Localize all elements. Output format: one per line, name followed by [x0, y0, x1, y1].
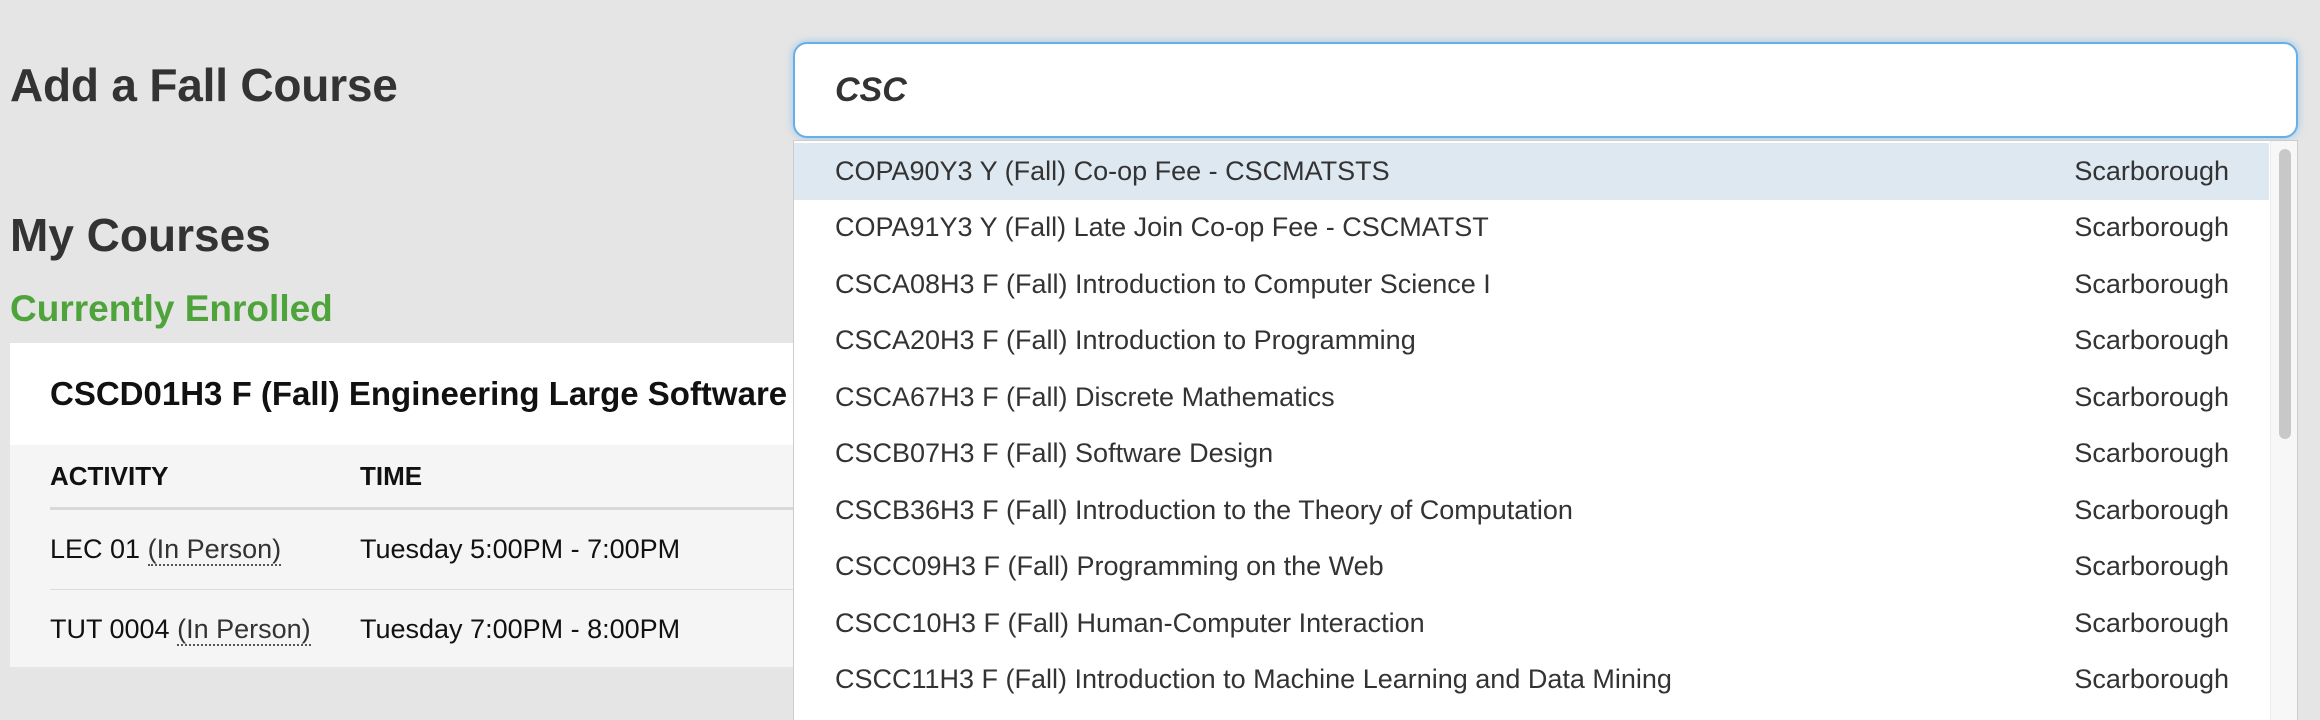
search-result-item[interactable]: CSCB36H3 F (Fall) Introduction to the Th… [794, 482, 2269, 539]
result-campus: Scarborough [2074, 494, 2229, 525]
result-course-label: CSCB07H3 F (Fall) Software Design [835, 438, 1274, 469]
result-course-label: CSCC10H3 F (Fall) Human-Computer Interac… [835, 607, 1425, 638]
search-result-item[interactable]: CSCA08H3 F (Fall) Introduction to Comput… [794, 256, 2269, 313]
course-activity-table: ACTIVITY TIME LEC 01 (In Person) Tuesday… [10, 445, 850, 667]
result-campus: Scarborough [2074, 381, 2229, 412]
result-campus: Scarborough [2074, 438, 2229, 469]
result-course-label: COPA90Y3 Y (Fall) Co-op Fee - CSCMATSTS [835, 155, 1390, 186]
course-search-input[interactable] [795, 44, 2296, 136]
result-campus: Scarborough [2074, 268, 2229, 299]
result-campus: Scarborough [2074, 155, 2229, 186]
table-row: LEC 01 (In Person) Tuesday 5:00PM - 7:00… [50, 510, 850, 590]
my-courses-heading: My Courses [10, 209, 271, 261]
result-course-label: CSCA20H3 F (Fall) Introduction to Progra… [835, 325, 1416, 356]
table-row: TUT 0004 (In Person) Tuesday 7:00PM - 8:… [50, 590, 850, 667]
course-title: CSCD01H3 F (Fall) Engineering Large Soft… [50, 375, 788, 412]
column-header-activity: ACTIVITY [50, 460, 169, 491]
delivery-mode-tooltip[interactable]: (In Person) [177, 614, 311, 646]
course-search-box [793, 42, 2298, 138]
search-result-item[interactable]: CSCC10H3 F (Fall) Human-Computer Interac… [794, 595, 2269, 652]
search-results-list: COPA90Y3 Y (Fall) Co-op Fee - CSCMATSTS … [794, 143, 2269, 708]
course-card: CSCD01H3 F (Fall) Engineering Large Soft… [10, 343, 850, 667]
activity-cell: TUT 0004 (In Person) [50, 614, 360, 646]
time-cell: Tuesday 5:00PM - 7:00PM [360, 534, 681, 564]
table-header-row: ACTIVITY TIME [50, 445, 850, 510]
result-campus: Scarborough [2074, 325, 2229, 356]
activity-code: LEC 01 [50, 534, 141, 564]
result-course-label: CSCA67H3 F (Fall) Discrete Mathematics [835, 381, 1335, 412]
course-card-header[interactable]: CSCD01H3 F (Fall) Engineering Large Soft… [10, 343, 850, 445]
search-result-item[interactable]: CSCB07H3 F (Fall) Software Design Scarbo… [794, 426, 2269, 483]
time-cell: Tuesday 7:00PM - 8:00PM [360, 614, 681, 644]
delivery-mode-tooltip[interactable]: (In Person) [147, 534, 282, 566]
search-result-item[interactable]: CSCC11H3 F (Fall) Introduction to Machin… [794, 652, 2269, 709]
column-header-time: TIME [360, 460, 423, 491]
result-campus: Scarborough [2074, 664, 2229, 695]
search-result-item[interactable]: COPA91Y3 Y (Fall) Late Join Co-op Fee - … [794, 200, 2269, 257]
activity-cell: LEC 01 (In Person) [50, 534, 360, 566]
currently-enrolled-label: Currently Enrolled [10, 288, 333, 329]
result-campus: Scarborough [2074, 212, 2229, 243]
search-result-item[interactable]: CSCC09H3 F (Fall) Programming on the Web… [794, 539, 2269, 596]
result-campus: Scarborough [2074, 607, 2229, 638]
search-result-item[interactable]: CSCA67H3 F (Fall) Discrete Mathematics S… [794, 369, 2269, 426]
activity-code: TUT 0004 [50, 614, 170, 644]
left-column: Add a Fall Course My Courses Currently E… [0, 0, 850, 720]
result-course-label: COPA91Y3 Y (Fall) Late Join Co-op Fee - … [835, 212, 1489, 243]
result-course-label: CSCB36H3 F (Fall) Introduction to the Th… [835, 494, 1573, 525]
search-result-item[interactable]: CSCA20H3 F (Fall) Introduction to Progra… [794, 313, 2269, 370]
add-course-heading: Add a Fall Course [10, 59, 398, 111]
dropdown-scrollbar[interactable] [2270, 141, 2297, 720]
search-results-dropdown: COPA90Y3 Y (Fall) Co-op Fee - CSCMATSTS … [793, 140, 2298, 720]
dropdown-scrollbar-thumb[interactable] [2279, 149, 2291, 439]
result-campus: Scarborough [2074, 551, 2229, 582]
result-course-label: CSCC09H3 F (Fall) Programming on the Web [835, 551, 1384, 582]
result-course-label: CSCC11H3 F (Fall) Introduction to Machin… [835, 664, 1672, 695]
search-result-item[interactable]: COPA90Y3 Y (Fall) Co-op Fee - CSCMATSTS … [794, 143, 2269, 200]
result-course-label: CSCA08H3 F (Fall) Introduction to Comput… [835, 268, 1491, 299]
